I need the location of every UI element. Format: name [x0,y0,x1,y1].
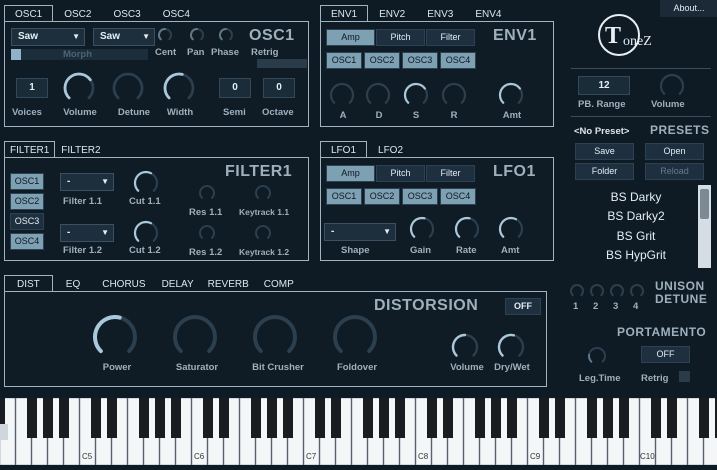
unison-1-knob[interactable] [570,284,584,297]
black-key[interactable] [379,398,389,438]
black-key[interactable] [395,398,405,438]
black-key[interactable] [155,398,165,438]
unison-2-knob[interactable] [590,284,604,297]
black-key[interactable] [267,398,277,438]
legtime-knob[interactable] [588,347,606,363]
black-key[interactable] [171,398,181,438]
pan-knob[interactable] [190,28,204,41]
cut12-knob[interactable] [133,220,159,242]
key-label-c10: C10 [640,452,655,461]
black-key[interactable] [203,398,213,438]
env-amt-knob[interactable] [498,82,524,104]
sustain-knob[interactable] [403,82,429,104]
black-key[interactable] [555,398,565,438]
unison-3-knob[interactable] [610,284,624,297]
key-label-c8: C8 [418,452,429,461]
black-key[interactable] [107,398,117,438]
black-key[interactable] [363,398,373,438]
saturator-knob[interactable] [173,315,217,354]
black-key[interactable] [331,398,341,438]
black-key[interactable] [507,398,517,438]
fx-volume-knob[interactable] [451,333,479,357]
keytrack11-knob[interactable] [255,185,271,199]
osc-detune-knob[interactable] [112,72,144,100]
black-key[interactable] [59,398,69,438]
key-label-c7: C7 [306,452,317,461]
drywet-knob[interactable] [497,333,525,357]
osc-volume-knob[interactable] [63,72,95,100]
piano-keys[interactable] [0,397,717,466]
black-key[interactable] [619,398,629,438]
black-key[interactable] [27,398,37,438]
cent-knob[interactable] [158,28,172,41]
black-key[interactable] [139,398,149,438]
master-volume-knob[interactable] [659,73,685,95]
power-knob[interactable] [93,315,137,354]
key-label-c5: C5 [82,452,93,461]
black-key[interactable] [427,398,437,438]
black-key[interactable] [587,398,597,438]
black-key[interactable] [443,398,453,438]
osc-width-knob[interactable] [163,72,195,100]
key-label-c9: C9 [530,452,541,461]
decay-knob[interactable] [365,82,391,104]
black-key[interactable] [43,398,53,438]
res11-knob[interactable] [199,185,215,199]
lfo-rate-knob[interactable] [454,216,480,238]
knob-layer [63,28,685,363]
key-label-c6: C6 [194,452,205,461]
black-key[interactable] [603,398,613,438]
black-key[interactable] [539,398,549,438]
black-key[interactable] [315,398,325,438]
keytrack12-knob[interactable] [255,225,271,239]
lfo-amt-knob[interactable] [498,216,524,238]
release-knob[interactable] [441,82,467,104]
black-key[interactable] [283,398,293,438]
black-key[interactable] [651,398,661,438]
bitcrusher-knob[interactable] [253,315,297,354]
res12-knob[interactable] [199,225,215,239]
black-key[interactable] [91,398,101,438]
phase-knob[interactable] [219,28,233,41]
black-key[interactable] [699,398,709,438]
black-key[interactable] [219,398,229,438]
lfo-gain-knob[interactable] [409,216,435,238]
black-key[interactable] [491,398,501,438]
foldover-knob[interactable] [333,315,377,354]
piano-keyboard[interactable]: C5 C6 C7 C8 C9 C10 [0,397,717,466]
black-key[interactable] [667,398,677,438]
attack-knob[interactable] [329,82,355,104]
black-key[interactable] [251,398,261,438]
keyboard-scroll-left-icon[interactable] [0,424,8,440]
black-key[interactable] [475,398,485,438]
cut11-knob[interactable] [133,170,159,192]
unison-4-knob[interactable] [630,284,644,297]
